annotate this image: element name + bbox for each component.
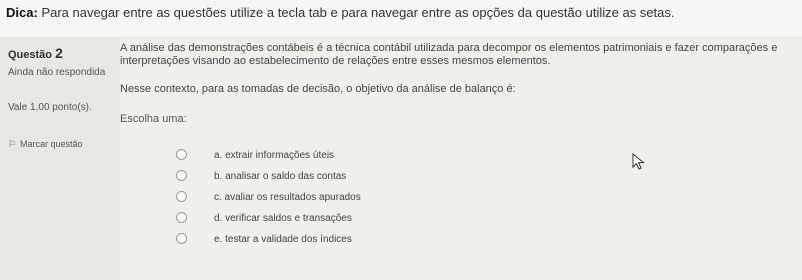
tip-label: Dica: xyxy=(6,5,38,20)
quiz-page: Dica: Para navegar entre as questões uti… xyxy=(0,0,802,280)
radio-button[interactable] xyxy=(176,191,187,202)
answer-option-label: c. avaliar os resultados apurados xyxy=(214,192,361,203)
question-number: Questão 2 xyxy=(8,45,63,61)
navigation-tip: Dica: Para navegar entre as questões uti… xyxy=(0,0,802,38)
mouse-cursor-icon xyxy=(632,153,645,170)
answer-option-a[interactable]: a. extrair informações úteis xyxy=(176,147,576,168)
flag-question-button[interactable]: ⚐ Marcar questão xyxy=(8,139,108,150)
answer-option-d[interactable]: d. verificar saldos e transações xyxy=(176,210,576,231)
flag-question-label: Marcar questão xyxy=(20,139,83,149)
question-status: Ainda não respondida xyxy=(8,67,106,78)
choose-label: Escolha uma: xyxy=(120,113,187,125)
radio-button[interactable] xyxy=(176,170,187,181)
answer-option-label: b. analisar o saldo das contas xyxy=(214,171,347,182)
answer-option-label: a. extrair informações úteis xyxy=(214,150,335,161)
question-info-panel: Questão 2 Ainda não respondida Vale 1,00… xyxy=(0,38,120,280)
answer-option-c[interactable]: c. avaliar os resultados apurados xyxy=(176,189,576,210)
answer-option-e[interactable]: e. testar a validade dos índices xyxy=(176,231,576,252)
question-content: A análise das demonstrações contábeis é … xyxy=(120,38,802,280)
tip-text: Para navegar entre as questões utilize a… xyxy=(41,5,675,20)
question-text: A análise das demonstrações contábeis é … xyxy=(120,42,778,67)
radio-button[interactable] xyxy=(176,212,187,223)
answer-option-b[interactable]: b. analisar o saldo das contas xyxy=(176,168,576,189)
radio-button[interactable] xyxy=(176,233,187,244)
question-number-value: 2 xyxy=(55,45,63,61)
answer-options: a. extrair informações úteis b. analisar… xyxy=(176,147,576,252)
question-score: Vale 1,00 ponto(s). xyxy=(8,102,92,113)
question-context: Nesse contexto, para as tomadas de decis… xyxy=(120,83,516,95)
answer-option-label: d. verificar saldos e transações xyxy=(214,213,352,224)
answer-option-label: e. testar a validade dos índices xyxy=(214,234,352,245)
radio-button[interactable] xyxy=(176,149,187,160)
question-label: Questão xyxy=(8,49,53,61)
flag-icon: ⚐ xyxy=(8,139,17,149)
